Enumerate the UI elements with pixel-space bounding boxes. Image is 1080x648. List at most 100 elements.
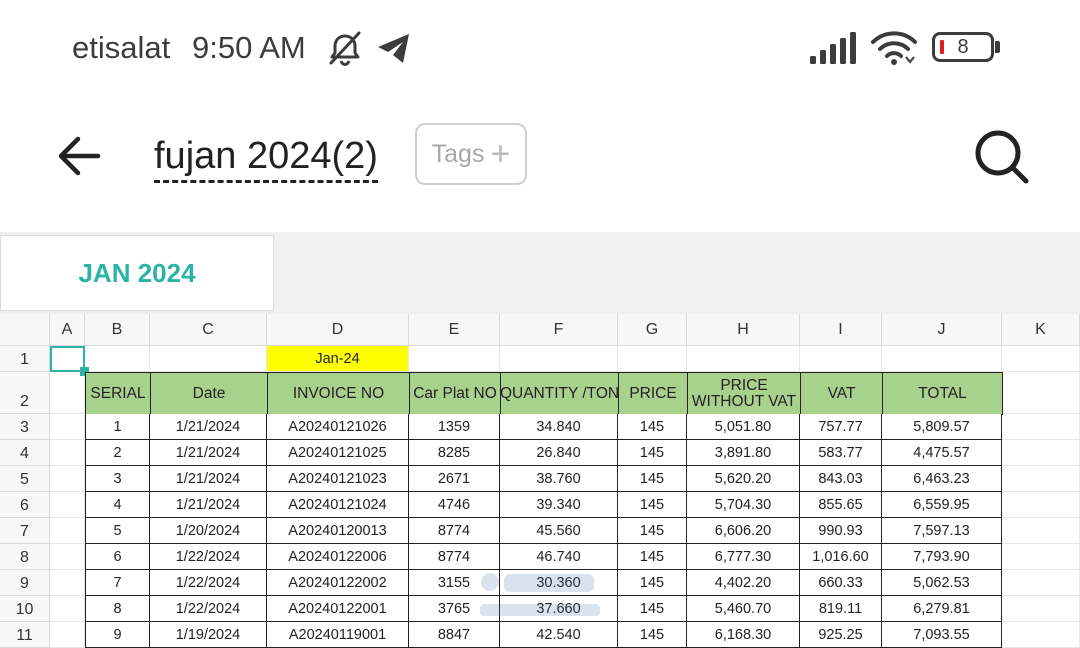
cell[interactable] [1002,372,1080,414]
table-cell[interactable]: 8847 [409,622,500,648]
table-cell[interactable]: 37.660 [500,596,618,622]
table-cell[interactable]: 145 [618,518,687,544]
table-cell[interactable]: 26.840 [500,440,618,466]
table-cell[interactable]: 1/22/2024 [150,596,267,622]
cell[interactable] [1002,492,1080,518]
table-cell[interactable]: 145 [618,570,687,596]
table-cell[interactable]: 1/22/2024 [150,544,267,570]
table-header-cell[interactable]: TOTAL [882,372,1003,415]
table-cell[interactable]: 5 [85,518,150,544]
table-cell[interactable]: 6 [85,544,150,570]
cell[interactable] [687,346,800,372]
table-header-cell[interactable]: VAT [800,372,883,415]
table-cell[interactable]: 4 [85,492,150,518]
table-cell[interactable]: 7,597.13 [882,518,1002,544]
cell[interactable] [50,492,85,518]
table-cell[interactable]: 5,460.70 [687,596,800,622]
column-header-d[interactable]: D [267,314,409,346]
cell[interactable] [50,414,85,440]
table-cell[interactable]: 8285 [409,440,500,466]
cell[interactable] [1002,596,1080,622]
cell[interactable] [1002,570,1080,596]
table-cell[interactable]: 4,402.20 [687,570,800,596]
cell[interactable] [1002,414,1080,440]
table-cell[interactable]: 5,051.80 [687,414,800,440]
table-cell[interactable]: 990.93 [800,518,882,544]
table-header-cell[interactable]: PRICE [618,372,688,415]
table-cell[interactable]: 6,168.30 [687,622,800,648]
table-cell[interactable]: A20240121026 [267,414,409,440]
back-arrow-icon[interactable] [56,134,102,178]
table-cell[interactable]: A20240122006 [267,544,409,570]
table-cell[interactable]: 3155 [409,570,500,596]
table-cell[interactable]: 6,463.23 [882,466,1002,492]
table-cell[interactable]: 1/21/2024 [150,440,267,466]
table-cell[interactable]: 7 [85,570,150,596]
row-header-7[interactable]: 7 [0,518,50,544]
table-cell[interactable]: 42.540 [500,622,618,648]
cell[interactable] [150,346,267,372]
table-cell[interactable]: 30.360 [500,570,618,596]
table-cell[interactable]: 145 [618,622,687,648]
document-title[interactable]: fujan 2024(2) [154,134,378,183]
cell[interactable] [50,622,85,648]
row-header-6[interactable]: 6 [0,492,50,518]
table-cell[interactable]: 145 [618,440,687,466]
table-cell[interactable]: A20240120013 [267,518,409,544]
table-cell[interactable]: 819.11 [800,596,882,622]
table-cell[interactable]: 1/20/2024 [150,518,267,544]
table-cell[interactable]: 145 [618,466,687,492]
table-header-cell[interactable]: Car Plat NO [409,372,501,415]
cell[interactable] [1002,440,1080,466]
table-cell[interactable]: A20240122002 [267,570,409,596]
table-cell[interactable]: 145 [618,544,687,570]
column-header-f[interactable]: F [500,314,618,346]
table-header-cell[interactable]: SERIAL [85,372,151,415]
table-header-cell[interactable]: Date [150,372,268,415]
table-cell[interactable]: 145 [618,492,687,518]
table-cell[interactable]: 855.65 [800,492,882,518]
table-cell[interactable]: 1/22/2024 [150,570,267,596]
table-cell[interactable]: A20240121025 [267,440,409,466]
date-label-cell[interactable]: Jan-24 [267,346,409,372]
table-cell[interactable]: 1/19/2024 [150,622,267,648]
table-cell[interactable]: 8 [85,596,150,622]
table-cell[interactable]: 46.740 [500,544,618,570]
table-cell[interactable]: 6,279.81 [882,596,1002,622]
table-cell[interactable]: A20240121023 [267,466,409,492]
search-icon[interactable] [972,128,1030,184]
cell[interactable] [50,544,85,570]
table-cell[interactable]: 660.33 [800,570,882,596]
row-header-2[interactable]: 2 [0,372,50,414]
table-cell[interactable]: 1/21/2024 [150,466,267,492]
row-header-11[interactable]: 11 [0,622,50,648]
table-cell[interactable]: 1 [85,414,150,440]
spreadsheet-grid[interactable]: A B C D E F G H I J K 1 2 3 4 5 6 7 8 9 10 11 Jan-24 SERIAL Date… [0,314,1080,648]
add-tags-button[interactable]: Tags + [415,123,527,185]
cell[interactable] [50,596,85,622]
table-cell[interactable]: 145 [618,414,687,440]
column-header-i[interactable]: I [800,314,882,346]
table-cell[interactable]: 5,620.20 [687,466,800,492]
table-cell[interactable]: 1/21/2024 [150,414,267,440]
table-cell[interactable]: 5,062.53 [882,570,1002,596]
table-cell[interactable]: 39.340 [500,492,618,518]
column-header-a[interactable]: A [50,314,85,346]
table-cell[interactable]: 7,793.90 [882,544,1002,570]
cell[interactable] [50,570,85,596]
table-cell[interactable]: 8774 [409,518,500,544]
table-cell[interactable]: 583.77 [800,440,882,466]
table-cell[interactable]: 2 [85,440,150,466]
cell[interactable] [50,518,85,544]
table-cell[interactable]: 1,016.60 [800,544,882,570]
table-cell[interactable]: A20240121024 [267,492,409,518]
column-header-g[interactable]: G [618,314,687,346]
table-header-cell[interactable]: QUANTITY /TON [500,372,619,415]
table-cell[interactable]: 843.03 [800,466,882,492]
select-all-corner[interactable] [0,314,50,346]
column-header-b[interactable]: B [85,314,150,346]
column-header-h[interactable]: H [687,314,800,346]
row-header-4[interactable]: 4 [0,440,50,466]
column-header-j[interactable]: J [882,314,1002,346]
table-header-cell[interactable]: INVOICE NO [267,372,410,415]
